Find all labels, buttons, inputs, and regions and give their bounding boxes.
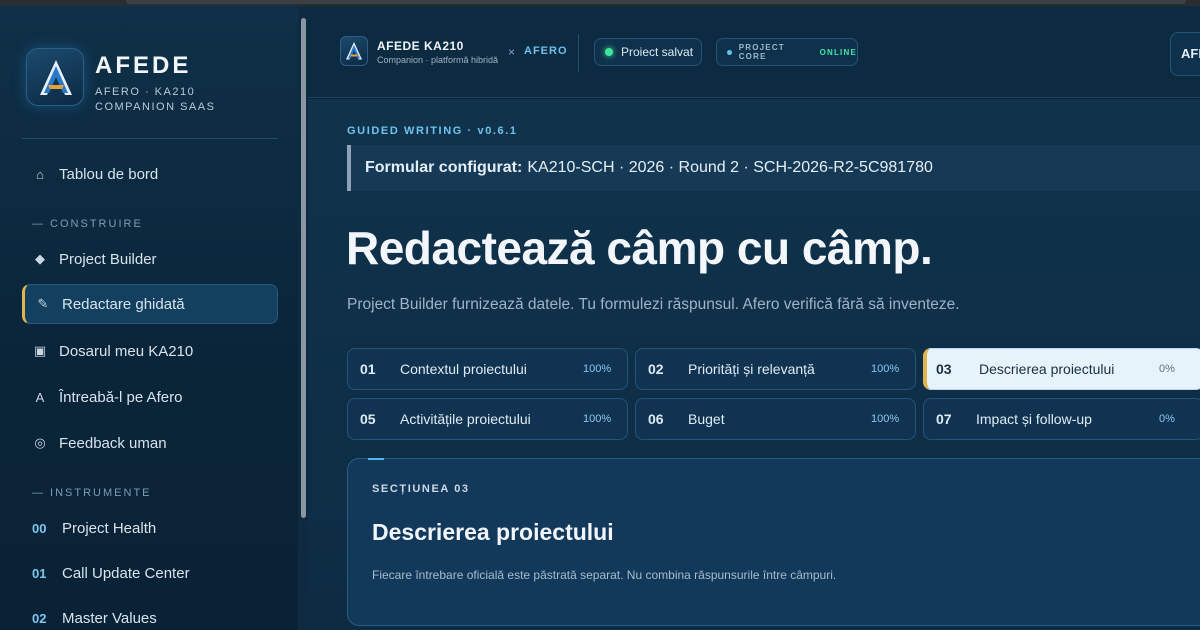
sidebar-item-label: Project Health — [62, 519, 157, 537]
sidebar-item-label: Întreabă-l pe Afero — [59, 388, 183, 406]
section-eyebrow: SECȚIUNEA 03 — [372, 483, 470, 495]
profile-button[interactable]: AFE — [1170, 32, 1200, 76]
app-title: AFEDE KA210 — [377, 39, 464, 53]
step-number: 03 — [936, 361, 952, 377]
main-content: GUIDED WRITING · v0.6.1 Formular configu… — [308, 99, 1200, 630]
section-note: Fiecare întrebare oficială este păstrată… — [372, 568, 837, 582]
sidebar-item-project-health[interactable]: 00 Project Health — [22, 508, 278, 548]
saved-status-text: Proiect salvat — [621, 45, 694, 59]
step-card-06[interactable]: 06 Buget 100% — [635, 398, 916, 440]
step-progress: 100% — [583, 363, 612, 375]
home-icon: ⌂ — [36, 166, 44, 182]
core-online-status: ONLINE — [819, 47, 857, 57]
sidebar-item-dashboard[interactable]: ⌂ Tablou de bord — [22, 154, 278, 194]
brand-tagline: COMPANION SAAS — [95, 101, 216, 113]
project-core-status-badge: PROJECT CORE ONLINE — [716, 38, 858, 66]
page-eyebrow: GUIDED WRITING · v0.6.1 — [347, 125, 518, 137]
sidebar-item-label: Dosarul meu KA210 — [59, 342, 194, 360]
page-description: Project Builder furnizează datele. Tu fo… — [347, 296, 960, 313]
step-title: Contextul proiectului — [400, 361, 527, 377]
step-number: 02 — [648, 361, 664, 377]
section-title: Descrierea proiectului — [372, 519, 614, 545]
config-value: KA210-SCH · 2026 · Round 2 · SCH-2026-R2… — [527, 159, 933, 176]
step-progress: 100% — [871, 363, 900, 375]
sidebar-item-ask-afero[interactable]: A Întreabă-l pe Afero — [22, 377, 278, 417]
step-progress: 100% — [583, 413, 612, 425]
step-card-07[interactable]: 07 Impact și follow-up 0% — [923, 398, 1200, 440]
step-title: Descrierea proiectului — [979, 361, 1115, 377]
step-card-03[interactable]: 03 Descrierea proiectului 0% — [923, 348, 1200, 390]
app-logo-icon[interactable] — [340, 36, 368, 66]
item-number: 01 — [32, 565, 47, 581]
section-label-build: — CONSTRUIRE — [32, 218, 143, 230]
sidebar-divider — [22, 138, 278, 139]
item-number: 00 — [32, 520, 47, 536]
sidebar-item-guided-writing[interactable]: ✎ Redactare ghidată — [22, 284, 278, 324]
browser-url-pill — [126, 0, 1186, 4]
separator: × — [508, 45, 516, 59]
sidebar-item-label: Call Update Center — [62, 564, 190, 582]
top-bar: AFEDE KA210 Companion · platformă hibrid… — [308, 6, 1200, 98]
divider — [578, 34, 579, 72]
step-number: 05 — [360, 411, 376, 427]
sidebar-item-call-update-center[interactable]: 01 Call Update Center — [22, 553, 278, 593]
config-label: Formular configurat: — [365, 159, 523, 176]
step-title: Activitățile proiectului — [400, 411, 531, 427]
sidebar-item-label: Project Builder — [59, 250, 157, 268]
saved-status-badge: Proiect salvat — [594, 38, 702, 66]
sidebar-item-label: Master Values — [62, 609, 157, 627]
step-title: Buget — [688, 411, 725, 427]
diamond-icon: ◆ — [35, 251, 45, 266]
step-progress: 0% — [1159, 413, 1175, 425]
item-number: 02 — [32, 610, 47, 626]
step-number: 06 — [648, 411, 664, 427]
sidebar-item-master-values[interactable]: 02 Master Values — [22, 598, 278, 630]
sidebar-item-label: Redactare ghidată — [62, 295, 185, 313]
app-logo-icon[interactable] — [26, 48, 84, 106]
app-subtitle: Companion · platformă hibridă — [377, 55, 499, 65]
step-card-02[interactable]: 02 Priorități și relevanță 100% — [635, 348, 916, 390]
sidebar-item-label: Feedback uman — [59, 434, 167, 452]
letter-a-icon: A — [35, 389, 45, 405]
folder-icon: ▣ — [33, 343, 47, 358]
status-dot-icon — [727, 49, 732, 55]
step-number: 07 — [936, 411, 952, 427]
brand-title: AFEDE — [95, 52, 192, 79]
section-card: SECȚIUNEA 03 Descrierea proiectului Fiec… — [347, 458, 1200, 626]
sidebar: AFEDE AFERO · KA210 COMPANION SAAS ⌂ Tab… — [0, 6, 300, 630]
brand-subtitle: AFERO · KA210 — [95, 86, 196, 98]
form-config-bar: Formular configurat: KA210-SCH · 2026 · … — [347, 145, 1200, 191]
step-card-01[interactable]: 01 Contextul proiectului 100% — [347, 348, 628, 390]
sidebar-item-my-dossier[interactable]: ▣ Dosarul meu KA210 — [22, 331, 278, 371]
step-progress: 100% — [871, 413, 900, 425]
step-progress: 0% — [1159, 363, 1175, 375]
status-dot-icon — [605, 48, 613, 56]
step-card-05[interactable]: 05 Activitățile proiectului 100% — [347, 398, 628, 440]
partner-tag: AFERO — [524, 45, 568, 57]
core-label: PROJECT CORE — [738, 43, 785, 61]
feedback-icon: ◎ — [34, 435, 46, 450]
sidebar-item-feedback[interactable]: ◎ Feedback uman — [22, 423, 278, 463]
section-label-tools: — INSTRUMENTE — [32, 487, 152, 499]
card-accent-line — [368, 458, 384, 460]
step-number: 01 — [360, 361, 376, 377]
sidebar-item-label: Tablou de bord — [59, 165, 159, 183]
sidebar-scrollbar-thumb[interactable] — [301, 18, 306, 518]
step-title: Impact și follow-up — [976, 411, 1092, 427]
step-title: Priorități și relevanță — [688, 361, 815, 377]
sidebar-item-project-builder[interactable]: ◆ Project Builder — [22, 239, 278, 279]
pencil-icon: ✎ — [37, 296, 49, 311]
page-title: Redactează câmp cu câmp. — [346, 222, 933, 274]
